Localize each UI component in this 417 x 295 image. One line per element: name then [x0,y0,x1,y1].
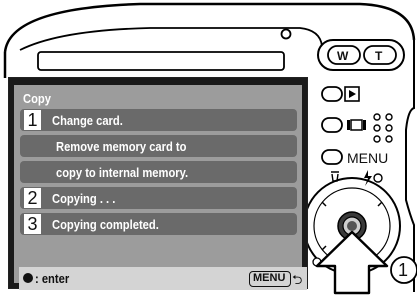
menu-item-label: copy to internal memory. [56,165,189,180]
camera-back-illustration: W T MENU 1 Copy 1 Change card. Remove me… [0,0,417,295]
enter-hint: : enter [35,271,70,286]
lcd-screen: Copy 1 Change card. Remove memory card t… [8,77,308,290]
step-number: 2 [24,188,41,208]
menu-item-label: Copying . . . [52,191,116,206]
menu-item-label: Remove memory card to [56,139,187,154]
menu-back-label: MENU [253,272,286,284]
lcd-footer: : enter MENU ⮌ [19,267,307,290]
menu-item-change-card[interactable]: 1 Change card. [20,109,297,131]
indicator-lamp-icon [280,28,292,40]
menu-item-remove-card: Remove memory card to [20,135,297,157]
zoom-tele-button-label[interactable]: T [375,49,382,63]
callout-number: 1 [398,260,409,280]
lcd-panel: Copy 1 Change card. Remove memory card t… [14,85,307,290]
step-number: 1 [24,110,41,130]
return-icon: ⮌ [292,273,303,288]
menu-item-copying[interactable]: 2 Copying . . . [20,187,297,209]
red-eye-icon [373,173,383,183]
menu-item-label: Change card. [52,113,123,128]
controller-center-icon [23,273,33,283]
menu-item-copying-completed[interactable]: 3 Copying completed. [20,213,297,235]
menu-title: Copy [23,91,51,106]
trash-icon [331,171,339,182]
menu-back-button[interactable]: MENU [249,271,291,287]
menu-item-copy-internal: copy to internal memory. [20,161,297,183]
step-number: 3 [24,214,41,234]
zoom-wide-button-label[interactable]: W [337,49,348,63]
menu-button-label[interactable]: MENU [347,150,388,166]
menu-item-label: Copying completed. [52,217,159,232]
